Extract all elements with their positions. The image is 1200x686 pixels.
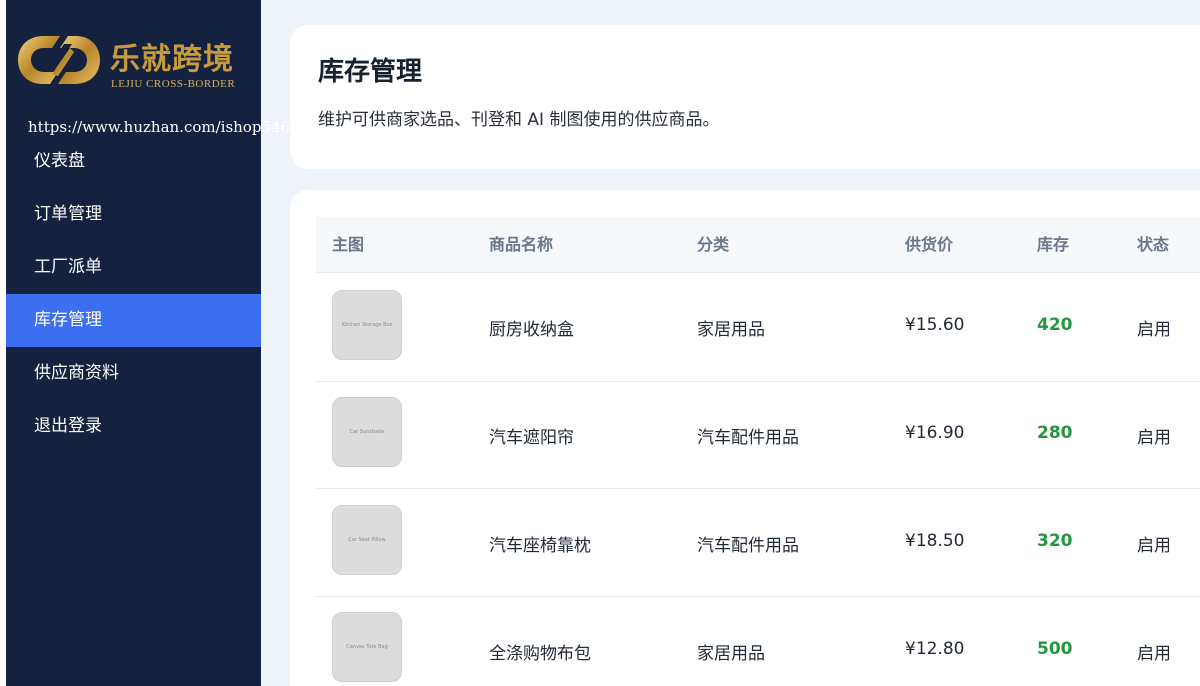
sidebar: 乐就跨境 LEJIU CROSS-BORDER 仪表盘 订单管理 工厂派单 库存… [6, 0, 261, 686]
sidebar-item-supplier-profile[interactable]: 供应商资料 [6, 347, 261, 400]
column-header-price: 供货价 [905, 235, 954, 254]
sidebar-item-inventory[interactable]: 库存管理 [6, 294, 261, 347]
product-image[interactable]: Canvas Tote Bag [332, 612, 402, 682]
inventory-table: 主图 商品名称 分类 供货价 库存 状态 Kitchen Storage Box… [290, 190, 1200, 686]
table-row[interactable]: Car Sunshade 汽车遮阳帘 汽车配件用品 ¥16.90 280 启用 [316, 381, 1200, 489]
sidebar-item-logout[interactable]: 退出登录 [6, 400, 261, 453]
sidebar-item-dashboard[interactable]: 仪表盘 [6, 135, 261, 188]
product-category: 汽车配件用品 [697, 536, 799, 556]
column-header-image: 主图 [332, 235, 365, 254]
table-row[interactable]: Canvas Tote Bag 全涤购物布包 家居用品 ¥12.80 500 启… [316, 596, 1200, 686]
brand-name-en: LEJIU CROSS-BORDER [111, 78, 236, 90]
product-name: 汽车座椅靠枕 [489, 536, 591, 556]
product-stock: 280 [1037, 423, 1073, 443]
brand-logo-mark-icon [18, 36, 100, 84]
product-stock: 320 [1037, 531, 1073, 551]
sidebar-nav: 仪表盘 订单管理 工厂派单 库存管理 供应商资料 退出登录 [6, 135, 261, 453]
column-header-status: 状态 [1137, 235, 1170, 254]
product-stock: 420 [1037, 315, 1073, 335]
product-category: 家居用品 [697, 320, 765, 340]
page-title: 库存管理 [318, 57, 423, 87]
app-root: 乐就跨境 LEJIU CROSS-BORDER 仪表盘 订单管理 工厂派单 库存… [0, 0, 1200, 686]
page-header: 库存管理 维护可供商家选品、刊登和 AI 制图使用的供应商品。 [290, 25, 1200, 169]
column-header-stock: 库存 [1037, 235, 1070, 254]
product-status: 启用 [1137, 536, 1171, 556]
product-name: 厨房收纳盒 [489, 320, 574, 340]
table-header: 主图 商品名称 分类 供货价 库存 状态 [316, 217, 1200, 273]
watermark-url: https://www.huzhan.com/ishop54690 [28, 118, 310, 136]
product-image[interactable]: Car Sunshade [332, 397, 402, 467]
product-image[interactable]: Kitchen Storage Box [332, 290, 402, 360]
sidebar-item-orders[interactable]: 订单管理 [6, 188, 261, 241]
brand-logo[interactable]: 乐就跨境 LEJIU CROSS-BORDER [14, 26, 254, 96]
product-category: 汽车配件用品 [697, 428, 799, 448]
sidebar-item-factory-dispatch[interactable]: 工厂派单 [6, 241, 261, 294]
product-name: 全涤购物布包 [489, 644, 591, 664]
product-price: ¥16.90 [905, 423, 965, 443]
product-price: ¥18.50 [905, 531, 965, 551]
product-image[interactable]: Car Seat Pillow [332, 505, 402, 575]
product-status: 启用 [1137, 320, 1171, 340]
product-status: 启用 [1137, 644, 1171, 664]
table-row[interactable]: Car Seat Pillow 汽车座椅靠枕 汽车配件用品 ¥18.50 320… [316, 489, 1200, 597]
column-header-name: 商品名称 [489, 235, 554, 254]
page-subtitle: 维护可供商家选品、刊登和 AI 制图使用的供应商品。 [318, 110, 720, 130]
table-row[interactable]: Kitchen Storage Box 厨房收纳盒 家居用品 ¥15.60 42… [316, 274, 1200, 382]
product-price: ¥12.80 [905, 639, 965, 659]
product-stock: 500 [1037, 639, 1073, 659]
product-price: ¥15.60 [905, 315, 965, 335]
brand-name-cn: 乐就跨境 [110, 42, 234, 77]
product-status: 启用 [1137, 428, 1171, 448]
product-category: 家居用品 [697, 644, 765, 664]
product-name: 汽车遮阳帘 [489, 428, 574, 448]
column-header-category: 分类 [697, 235, 730, 254]
